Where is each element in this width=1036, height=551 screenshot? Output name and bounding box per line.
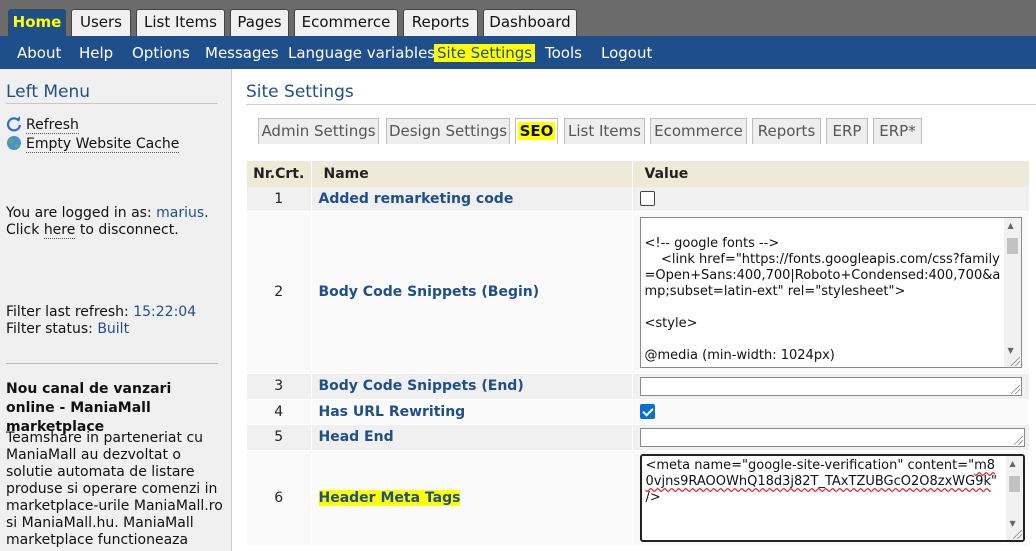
left-menu-title: Left Menu [6,82,218,104]
tab-seo-label: SEO [517,122,556,140]
header-meta-tags-label: Header Meta Tags [318,490,461,506]
nav-logout[interactable]: Logout [601,44,652,62]
login-info-line1: You are logged in as: marius. [6,205,209,221]
row-nr: 1 [247,187,312,212]
row-value [632,399,1030,425]
table-row: 1 Added remarketing code [247,187,1030,212]
tab-list-items-settings[interactable]: List Items [564,118,645,144]
row-name: Added remarketing code [311,187,633,212]
filter-status-line: Filter status: Built [6,321,129,337]
filter-refresh-label: Filter last refresh: [6,304,129,320]
url-rewriting-checkbox[interactable] [639,404,655,419]
filter-refresh-line: Filter last refresh: 15:22:04 [6,304,196,320]
tab-users[interactable]: Users [71,9,131,36]
row-name: Body Code Snippets (End) [311,373,633,400]
remarketing-checkbox[interactable] [639,191,655,207]
row-name: Has URL Rewriting [311,399,633,425]
tab-home-label: Home [12,13,62,31]
top-tab-bar: Home Users List Items Pages Ecommerce Re… [0,0,1036,36]
col-value: Value [632,161,1030,187]
title-divider [246,104,1036,105]
news-body: Teamshare in parteneriat cu ManiaMall au… [6,430,223,548]
refresh-link[interactable]: Refresh [6,116,79,134]
logged-in-prefix: You are logged in as: [6,205,152,221]
head-end-textarea[interactable] [639,427,1025,447]
scrollbar[interactable]: ▲ ▼ [1003,217,1021,367]
tab-ecommerce[interactable]: Ecommerce [294,9,398,36]
body-snippets-end-textarea[interactable] [639,376,1022,396]
tab-reports[interactable]: Reports [403,9,478,36]
header-meta-tags-text: <meta name="google-site-verification" co… [646,458,1003,506]
table-header: Nr.Crt. Name Value [247,161,1030,187]
sub-navigation: About Help Options Messages Language var… [0,36,1036,69]
row-value [632,424,1030,451]
page-title: Site Settings [246,82,354,102]
filter-refresh-value: 15:22:04 [133,304,197,320]
nav-about[interactable]: About [17,44,61,62]
settings-table: Nr.Crt. Name Value 1 Added remarketing c… [247,161,1030,547]
row-name: Header Meta Tags [311,450,633,547]
nav-messages[interactable]: Messages [205,44,279,62]
row-value [632,373,1030,400]
row-name: Body Code Snippets (Begin) [311,211,633,374]
filter-status-value: Built [97,321,130,337]
tab-erp[interactable]: ERP [826,118,868,144]
resize-handle[interactable] [1010,384,1020,394]
row-nr: 6 [247,450,312,547]
row-nr: 5 [247,424,312,451]
tab-home[interactable]: Home [8,9,66,36]
nav-help[interactable]: Help [79,44,113,62]
nav-language-variables[interactable]: Language variables [288,44,435,62]
click-text: Click [6,222,40,238]
tab-admin-settings[interactable]: Admin Settings [258,118,379,144]
refresh-icon [6,116,22,132]
tab-ecommerce-settings[interactable]: Ecommerce [650,118,747,144]
row-nr: 2 [247,211,312,374]
resize-handle[interactable] [1010,356,1020,366]
empty-cache-label: Empty Website Cache [26,136,180,153]
username: marius [156,205,205,221]
scrollbar[interactable]: ▲ ▼ [1005,456,1023,540]
username-suffix: . [204,205,209,221]
body-snippets-begin-textarea[interactable]: <!-- google fonts --> <link href="https:… [639,216,1022,368]
login-info-line2: Click here to disconnect. [6,222,179,239]
tab-erp-star[interactable]: ERP* [873,118,922,144]
row-nr: 4 [247,399,312,425]
tab-dashboard[interactable]: Dashboard [483,9,577,36]
disconnect-text: to disconnect. [79,222,179,238]
row-value: <!-- google fonts --> <link href="https:… [632,211,1030,374]
table-row: 5 Head End [247,424,1030,451]
tab-reports-settings[interactable]: Reports [752,118,821,144]
refresh-label: Refresh [26,117,79,134]
meta-prefix: <meta name="google-site-verification" co… [645,458,975,473]
col-nr: Nr.Crt. [247,161,312,187]
header-meta-tags-textarea[interactable]: <meta name="google-site-verification" co… [639,454,1025,542]
col-name: Name [311,161,633,187]
tab-list-items[interactable]: List Items [136,9,225,36]
row-value [632,187,1030,212]
resize-handle[interactable] [1013,435,1023,445]
body-snippets-begin-text: <!-- google fonts --> <link href="https:… [644,235,1001,363]
row-nr: 3 [247,373,312,400]
nav-options[interactable]: Options [132,44,190,62]
tab-seo[interactable]: SEO [515,118,558,144]
table-row: 2 Body Code Snippets (Begin) <!-- google… [247,211,1030,374]
disconnect-link[interactable]: here [43,222,76,239]
row-name: Head End [311,424,633,451]
filter-status-label: Filter status: [6,321,93,337]
table-row: 3 Body Code Snippets (End) [247,373,1030,400]
row-value: <meta name="google-site-verification" co… [632,450,1030,547]
tab-design-settings[interactable]: Design Settings [386,118,510,144]
divider [6,363,218,364]
nav-site-settings[interactable]: Site Settings [434,44,536,62]
table-row: 4 Has URL Rewriting [247,399,1030,425]
left-menu-panel: Left Menu Refresh Empty Website Cache Yo… [0,69,232,551]
news-title: Nou canal de vanzari online - ManiaMall … [6,381,172,435]
globe-icon [7,136,21,150]
table-row: 6 Header Meta Tags <meta name="google-si… [247,450,1030,547]
nav-tools[interactable]: Tools [545,44,582,62]
tab-pages[interactable]: Pages [230,9,289,36]
resize-handle[interactable] [1012,530,1022,539]
empty-cache-link[interactable]: Empty Website Cache [6,135,180,153]
